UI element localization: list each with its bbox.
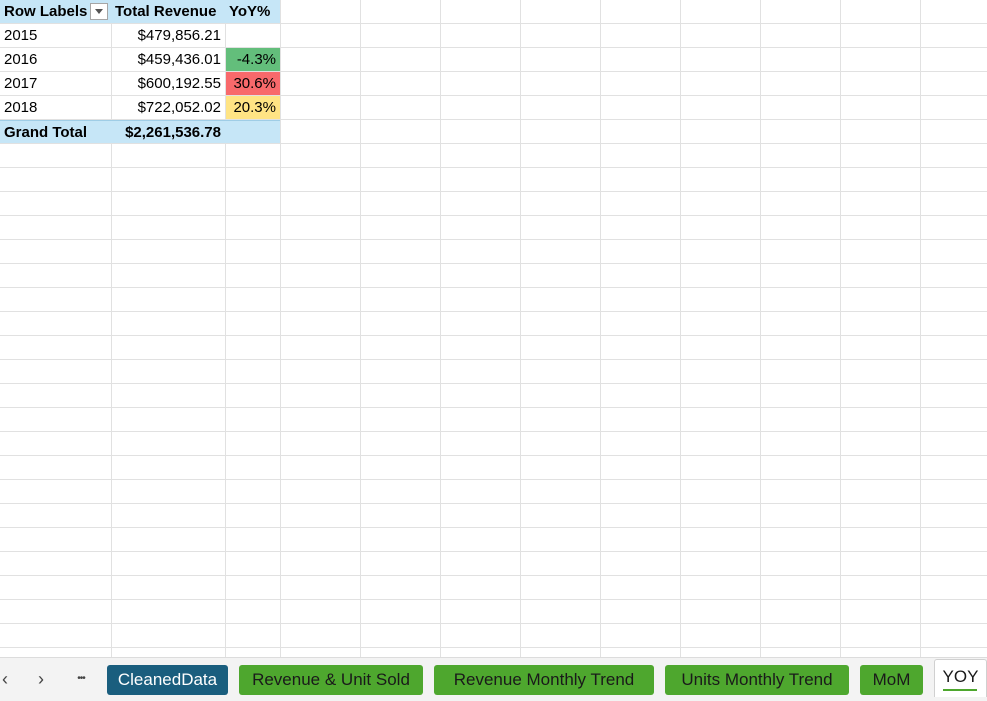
yoy-cell[interactable]: 20.3% <box>226 96 280 119</box>
row-label-cell[interactable]: 2016 <box>0 48 111 71</box>
row-gridline <box>0 479 987 480</box>
sheet-tab-bar: ‹ › ••• CleanedData Revenue & Unit Sold … <box>0 657 987 701</box>
row-gridline <box>0 575 987 576</box>
row-gridline <box>0 287 987 288</box>
chevron-left-icon: ‹ <box>2 669 8 689</box>
ellipsis-icon: ••• <box>77 673 85 684</box>
scroll-tabs-left-button[interactable]: ‹ <box>0 666 18 692</box>
revenue-cell[interactable]: $722,052.02 <box>111 96 225 119</box>
tab-revenue-unit-sold[interactable]: Revenue & Unit Sold <box>239 665 423 695</box>
chevron-right-icon: › <box>38 669 44 689</box>
row-gridline <box>0 527 987 528</box>
row-gridline <box>0 503 987 504</box>
row-gridline <box>0 383 987 384</box>
tab-yoy[interactable]: YOY <box>934 659 987 697</box>
row-gridline <box>0 167 987 168</box>
row-gridline <box>0 551 987 552</box>
column-gridline <box>520 0 521 657</box>
row-gridline <box>0 359 987 360</box>
filter-dropdown-icon <box>95 9 103 14</box>
row-gridline <box>0 215 987 216</box>
revenue-cell[interactable]: $479,856.21 <box>111 24 225 47</box>
column-gridline <box>280 0 281 657</box>
column-gridline <box>840 0 841 657</box>
row-gridline <box>0 143 987 144</box>
scroll-tabs-right-button[interactable]: › <box>28 666 54 692</box>
grand-total-revenue[interactable]: $2,261,536.78 <box>111 120 225 143</box>
tab-cleaneddata[interactable]: CleanedData <box>107 665 228 695</box>
worksheet-grid[interactable]: Row Labels Total Revenue YoY% 2015 $479,… <box>0 0 987 657</box>
row-gridline <box>0 263 987 264</box>
row-gridline <box>0 191 987 192</box>
active-tab-indicator <box>943 689 977 691</box>
row-gridline <box>0 335 987 336</box>
row-label-cell[interactable]: 2017 <box>0 72 111 95</box>
row-labels-header-text: Row Labels <box>4 3 88 20</box>
revenue-cell[interactable]: $600,192.55 <box>111 72 225 95</box>
column-gridline <box>680 0 681 657</box>
row-labels-filter-button[interactable] <box>90 3 108 20</box>
revenue-cell[interactable]: $459,436.01 <box>111 48 225 71</box>
column-gridline <box>920 0 921 657</box>
column-gridline <box>440 0 441 657</box>
yoy-cell[interactable]: 30.6% <box>226 72 280 95</box>
tab-units-monthly-trend[interactable]: Units Monthly Trend <box>665 665 849 695</box>
pivot-header-yoy[interactable]: YoY% <box>225 0 280 23</box>
column-gridline <box>760 0 761 657</box>
row-gridline <box>0 455 987 456</box>
yoy-cell[interactable] <box>225 24 280 47</box>
grand-total-label[interactable]: Grand Total <box>0 120 111 143</box>
row-gridline <box>0 407 987 408</box>
row-gridline <box>0 239 987 240</box>
column-gridline <box>360 0 361 657</box>
row-gridline <box>0 431 987 432</box>
column-gridline <box>600 0 601 657</box>
row-label-cell[interactable]: 2018 <box>0 96 111 119</box>
row-gridline <box>0 623 987 624</box>
row-label-cell[interactable]: 2015 <box>0 24 111 47</box>
yoy-cell[interactable]: -4.3% <box>226 48 280 71</box>
row-gridline <box>0 647 987 648</box>
row-gridline <box>0 599 987 600</box>
row-gridline <box>0 311 987 312</box>
pivot-header-total-revenue[interactable]: Total Revenue <box>111 0 225 23</box>
more-sheets-button[interactable]: ••• <box>68 666 94 692</box>
grand-total-yoy[interactable] <box>225 120 280 143</box>
tab-revenue-monthly-trend[interactable]: Revenue Monthly Trend <box>434 665 654 695</box>
tab-mom[interactable]: MoM <box>860 665 923 695</box>
